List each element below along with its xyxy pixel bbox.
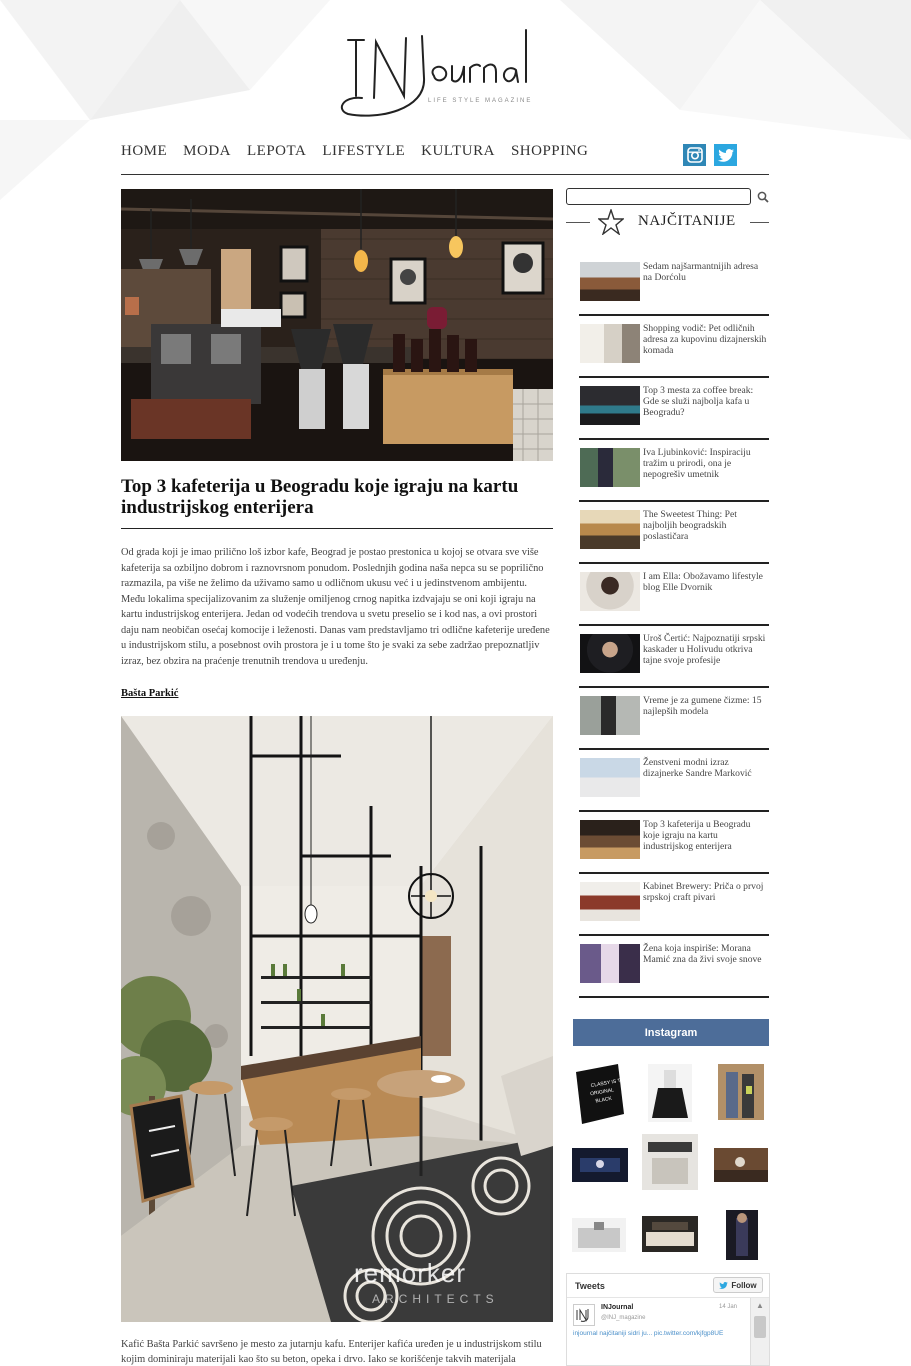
popular-item-thumb[interactable] (580, 882, 640, 921)
popular-item-thumb[interactable] (580, 386, 640, 425)
main-nav: HOME MODA LEPOTA LIFESTYLE KULTURA SHOPP… (121, 143, 604, 163)
popular-heading: NAJČITANIJE (566, 209, 769, 237)
nav-kultura[interactable]: KULTURA (421, 143, 495, 163)
article-interior-image[interactable] (121, 716, 553, 1322)
popular-item-title[interactable]: Ženstveni modni izraz dizajnerke Sandre … (643, 757, 769, 780)
popular-list: Sedam najšarmantnijih adresa na Dorćolu … (579, 254, 769, 998)
popular-item[interactable]: Sedam najšarmantnijih adresa na Dorćolu (579, 254, 769, 316)
photo-watermark: remorker (354, 1258, 467, 1288)
instagram-photo[interactable] (648, 1064, 692, 1122)
article-intro: Od grada koji je imao prilično loš izbor… (121, 547, 550, 667)
popular-item[interactable]: The Sweetest Thing: Pet najboljih beogra… (579, 502, 769, 564)
tweets-scrollbar[interactable]: ▲ (750, 1298, 769, 1365)
popular-item-thumb[interactable] (580, 448, 640, 487)
popular-item[interactable]: Vreme je za gumene čizme: 15 najlepših m… (579, 688, 769, 750)
popular-item-title[interactable]: Top 3 mesta za coffee break: Gde se služ… (643, 385, 769, 418)
instagram-heading[interactable]: Instagram (573, 1019, 769, 1046)
site-logo[interactable] (338, 18, 553, 130)
popular-item-thumb[interactable] (580, 510, 640, 549)
popular-item-title[interactable]: The Sweetest Thing: Pet najboljih beogra… (643, 509, 769, 542)
nav-lifestyle[interactable]: LIFESTYLE (322, 143, 405, 163)
site-tagline: LIFE STYLE MAGAZINE (428, 98, 533, 104)
popular-item-thumb[interactable] (580, 324, 640, 363)
nav-shopping[interactable]: SHOPPING (511, 143, 588, 163)
instagram-photo[interactable]: CLASSY IS THE ORIGINAL BLACK (568, 1062, 628, 1130)
popular-item-thumb[interactable] (580, 758, 640, 797)
popular-item[interactable]: Shopping vodič: Pet odličnih adresa za k… (579, 316, 769, 378)
instagram-photo[interactable] (642, 1216, 698, 1252)
popular-item-thumb[interactable] (580, 262, 640, 301)
tweet-author-handle[interactable]: @INJ_magazine (601, 1315, 645, 1321)
instagram-photo[interactable] (718, 1064, 764, 1120)
popular-item-title[interactable]: Sedam najšarmantnijih adresa na Dorćolu (643, 261, 769, 284)
search-icon[interactable] (755, 188, 771, 205)
popular-item[interactable]: Uroš Čertić: Najpoznatiji srpski kaskade… (579, 626, 769, 688)
search-input[interactable] (566, 188, 751, 205)
instagram-photo[interactable] (642, 1134, 698, 1190)
popular-item[interactable]: Ženstveni modni izraz dizajnerke Sandre … (579, 750, 769, 812)
popular-item-title[interactable]: Uroš Čertić: Najpoznatiji srpski kaskade… (643, 633, 769, 666)
popular-item-title[interactable]: Top 3 kafeterija u Beogradu koje igraju … (643, 819, 769, 852)
popular-item-thumb[interactable] (580, 696, 640, 735)
instagram-photo[interactable] (726, 1210, 758, 1260)
social-links (683, 144, 737, 166)
tweet-date[interactable]: 14 Jan (719, 1304, 737, 1310)
popular-item-thumb[interactable] (580, 820, 640, 859)
tweet-text[interactable]: injournal najčitaniji sidri ju... pic.tw… (573, 1329, 743, 1338)
popular-item-title[interactable]: Iva Ljubinković: Inspiraciju tražim u pr… (643, 447, 769, 480)
article-subhead[interactable]: Bašta Parkić (121, 688, 178, 699)
popular-item-thumb[interactable] (580, 572, 640, 611)
popular-item[interactable]: Kabinet Brewery: Priča o prvoj srpskoj c… (579, 874, 769, 936)
star-icon (598, 209, 624, 235)
article-title[interactable]: Top 3 kafeterija u Beogradu koje igraju … (121, 476, 553, 518)
article-body-continued: Kafić Bašta Parkić savršeno je mesto za … (121, 1339, 542, 1365)
popular-heading-label: NAJČITANIJE (638, 213, 736, 229)
popular-item[interactable]: Iva Ljubinković: Inspiraciju tražim u pr… (579, 440, 769, 502)
twitter-icon[interactable] (714, 144, 737, 166)
popular-item-thumb[interactable] (580, 634, 640, 673)
photo-watermark-sub: ARCHITECTS (372, 1292, 499, 1306)
instagram-photo[interactable] (572, 1148, 628, 1182)
article-hero-image[interactable] (121, 189, 553, 461)
twitter-bird-icon (719, 1281, 729, 1289)
nav-lepota[interactable]: LEPOTA (247, 143, 306, 163)
popular-item[interactable]: I am Ella: Obožavamo lifestyle blog Elle… (579, 564, 769, 626)
popular-item[interactable]: Top 3 mesta za coffee break: Gde se služ… (579, 378, 769, 440)
popular-item-title[interactable]: Shopping vodič: Pet odličnih adresa za k… (643, 323, 769, 356)
scroll-thumb[interactable] (754, 1316, 766, 1338)
follow-label: Follow (731, 1280, 757, 1290)
follow-button[interactable]: Follow (713, 1277, 763, 1293)
popular-item-title[interactable]: Vreme je za gumene čizme: 15 najlepših m… (643, 695, 769, 718)
tweets-title: Tweets (575, 1281, 605, 1291)
instagram-icon[interactable] (683, 144, 706, 166)
title-divider (121, 528, 553, 529)
tweets-widget: Tweets Follow INJournal @INJ_magazine 14… (566, 1273, 770, 1366)
tweet-avatar[interactable] (573, 1304, 595, 1326)
popular-item[interactable]: Žena koja inspiriše: Morana Mamić zna da… (579, 936, 769, 998)
nav-divider (121, 174, 769, 175)
nav-home[interactable]: HOME (121, 143, 167, 163)
popular-item-title[interactable]: Žena koja inspiriše: Morana Mamić zna da… (643, 943, 769, 966)
popular-item-title[interactable]: Kabinet Brewery: Priča o prvoj srpskoj c… (643, 881, 769, 904)
tweet-author-name[interactable]: INJournal (601, 1304, 633, 1311)
instagram-photo[interactable] (714, 1148, 768, 1182)
scroll-up-icon[interactable]: ▲ (756, 1301, 764, 1310)
instagram-photo[interactable] (572, 1218, 626, 1252)
nav-moda[interactable]: MODA (183, 143, 231, 163)
popular-item-thumb[interactable] (580, 944, 640, 983)
popular-item[interactable]: Top 3 kafeterija u Beogradu koje igraju … (579, 812, 769, 874)
popular-item-title[interactable]: I am Ella: Obožavamo lifestyle blog Elle… (643, 571, 769, 594)
